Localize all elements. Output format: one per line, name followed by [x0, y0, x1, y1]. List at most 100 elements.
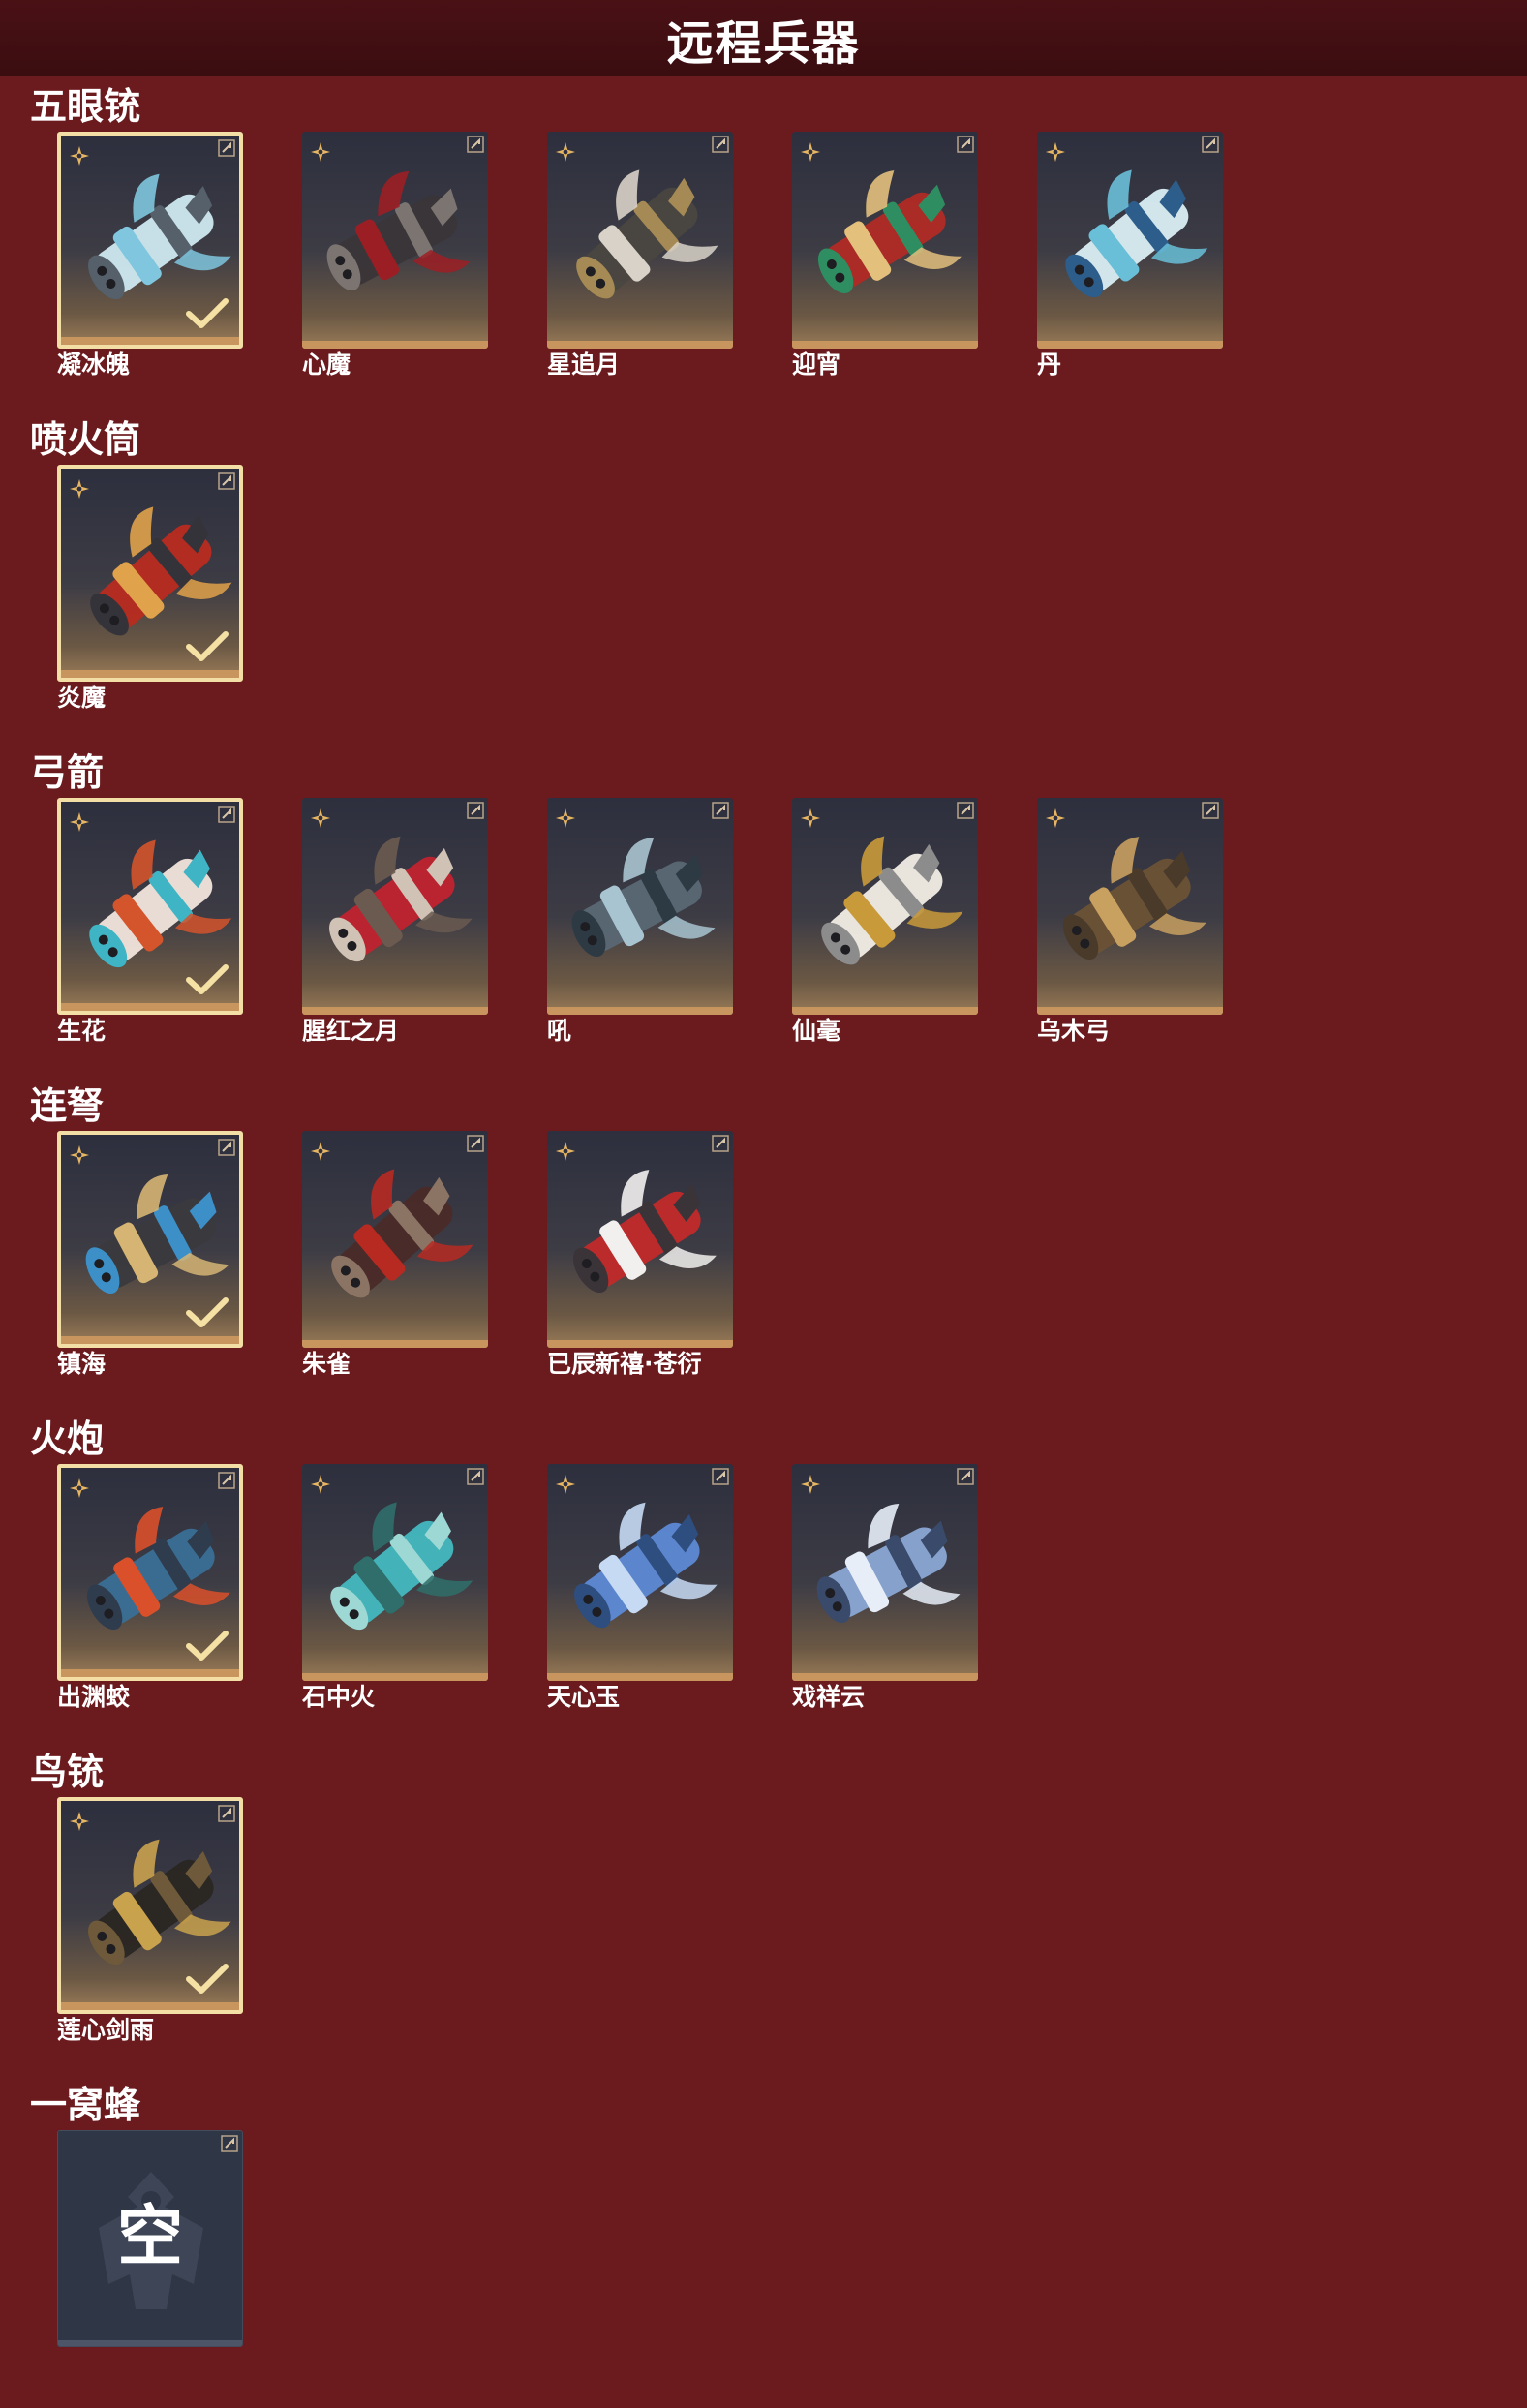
- weapon-card[interactable]: [1037, 132, 1223, 349]
- weapon-card[interactable]: [57, 1797, 243, 2014]
- weapon-item[interactable]: 出渊蛟: [57, 1464, 243, 1713]
- weapon-card[interactable]: [57, 465, 243, 682]
- weapon-item[interactable]: 已辰新禧·苍衍: [547, 1131, 733, 1380]
- corner-fold-icon: [1202, 136, 1219, 153]
- weapon-card[interactable]: [547, 132, 733, 349]
- weapon-card[interactable]: [302, 132, 488, 349]
- checkmark-icon: [186, 298, 229, 328]
- corner-fold-icon: [1202, 802, 1219, 819]
- weapon-card[interactable]: [57, 132, 243, 349]
- weapon-item[interactable]: 心魔: [302, 132, 488, 381]
- weapon-name: 生花: [57, 1017, 107, 1045]
- weapon-item[interactable]: 炎魔: [57, 465, 243, 714]
- corner-fold-icon: [712, 802, 729, 819]
- corner-fold-icon: [221, 2135, 238, 2152]
- four-point-star-icon: [70, 146, 89, 166]
- weapon-name: 出渊蛟: [57, 1683, 131, 1711]
- corner-fold-icon: [712, 1468, 729, 1485]
- corner-fold-icon: [467, 802, 484, 819]
- corner-fold-icon: [957, 136, 974, 153]
- weapon-image: [574, 1502, 718, 1629]
- four-point-star-icon: [556, 142, 575, 162]
- weapon-name: 石中火: [302, 1683, 376, 1711]
- weapon-item[interactable]: 迎宵: [792, 132, 978, 381]
- section-title: 五眼铳: [30, 85, 141, 128]
- weapon-card[interactable]: [792, 798, 978, 1015]
- weapon-name: 吼: [547, 1017, 572, 1045]
- four-point-star-icon: [311, 1475, 330, 1494]
- weapon-item[interactable]: 空: [57, 2130, 243, 2347]
- four-point-star-icon: [556, 1142, 575, 1161]
- four-point-star-icon: [801, 1475, 820, 1494]
- section-title: 鸟铳: [30, 1751, 105, 1793]
- weapon-card[interactable]: [57, 1464, 243, 1681]
- corner-fold-icon: [218, 1805, 235, 1822]
- corner-fold-icon: [957, 1468, 974, 1485]
- weapon-item[interactable]: 镇海: [57, 1131, 243, 1380]
- four-point-star-icon: [70, 1812, 89, 1831]
- weapon-card[interactable]: [57, 798, 243, 1015]
- weapon-name: 迎宵: [792, 351, 841, 379]
- weapon-card[interactable]: [1037, 798, 1223, 1015]
- weapon-card[interactable]: [792, 132, 978, 349]
- corner-fold-icon: [218, 1139, 235, 1156]
- four-point-star-icon: [556, 808, 575, 828]
- weapon-image: [576, 169, 718, 299]
- weapon-item[interactable]: 石中火: [302, 1464, 488, 1713]
- weapon-card[interactable]: [547, 1464, 733, 1681]
- weapon-card[interactable]: [547, 798, 733, 1015]
- weapon-card[interactable]: [547, 1131, 733, 1348]
- weapon-item[interactable]: 凝冰魄: [57, 132, 243, 381]
- weapon-item[interactable]: 腥红之月: [302, 798, 488, 1047]
- weapon-item[interactable]: 戏祥云: [792, 1464, 978, 1713]
- corner-fold-icon: [712, 136, 729, 153]
- four-point-star-icon: [801, 142, 820, 162]
- checkmark-icon: [186, 1297, 229, 1327]
- weapon-item[interactable]: 莲心剑雨: [57, 1797, 243, 2046]
- checkmark-icon: [186, 1964, 229, 1994]
- four-point-star-icon: [70, 1478, 89, 1498]
- corner-fold-icon: [218, 1472, 235, 1489]
- weapon-card[interactable]: [302, 1464, 488, 1681]
- checkmark-icon: [186, 631, 229, 661]
- weapon-image: [572, 1170, 717, 1294]
- weapon-item[interactable]: 星追月: [547, 132, 733, 381]
- weapon-card[interactable]: [57, 1131, 243, 1348]
- corner-fold-icon: [467, 136, 484, 153]
- weapon-image: [817, 170, 962, 294]
- weapon-image: [326, 170, 471, 291]
- weapon-name: 仙毫: [792, 1017, 841, 1045]
- weapon-item[interactable]: 仙毫: [792, 798, 978, 1047]
- empty-weapon-slot[interactable]: 空: [57, 2130, 243, 2347]
- weapon-card[interactable]: [792, 1464, 978, 1681]
- section-title: 连弩: [30, 1084, 105, 1127]
- weapon-name: 莲心剑雨: [57, 2016, 155, 2044]
- weapon-name: 镇海: [57, 1350, 107, 1378]
- weapon-item[interactable]: 吼: [547, 798, 733, 1047]
- weapon-image: [816, 1503, 961, 1624]
- weapon-image: [571, 837, 716, 958]
- section-title: 火炮: [30, 1417, 105, 1460]
- weapon-name: 凝冰魄: [57, 351, 131, 379]
- section-title: 弓箭: [30, 751, 105, 794]
- four-point-star-icon: [1046, 808, 1065, 828]
- page-title: 远程兵器: [666, 15, 861, 71]
- four-point-star-icon: [70, 812, 89, 832]
- weapon-item[interactable]: 乌木弓: [1037, 798, 1223, 1047]
- corner-fold-icon: [218, 472, 235, 490]
- weapon-image: [821, 836, 963, 965]
- weapon-card[interactable]: [302, 1131, 488, 1348]
- corner-fold-icon: [712, 1135, 729, 1152]
- weapon-item[interactable]: 朱雀: [302, 1131, 488, 1380]
- weapon-name: 乌木弓: [1037, 1017, 1111, 1045]
- weapon-name: 朱雀: [302, 1350, 351, 1378]
- weapon-item[interactable]: 丹: [1037, 132, 1223, 381]
- weapon-item[interactable]: 生花: [57, 798, 243, 1047]
- corner-fold-icon: [467, 1135, 484, 1152]
- four-point-star-icon: [311, 808, 330, 828]
- weapon-image: [1065, 169, 1208, 298]
- corner-fold-icon: [218, 139, 235, 157]
- empty-slot-label: 空: [116, 2199, 183, 2275]
- weapon-card[interactable]: [302, 798, 488, 1015]
- weapon-item[interactable]: 天心玉: [547, 1464, 733, 1713]
